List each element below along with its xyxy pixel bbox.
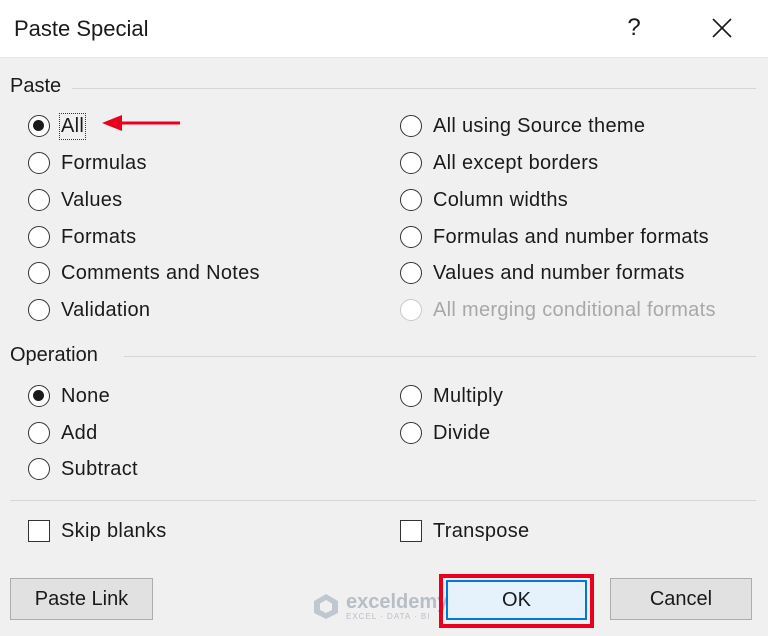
paste-option-merging-conditional-label: All merging conditional formats [433, 298, 716, 321]
operation-option-none-label: None [61, 384, 111, 407]
options-divider [10, 500, 756, 501]
watermark-name: exceldemy [346, 590, 449, 613]
operation-option-divide-label: Divide [433, 421, 491, 444]
radio-values-number-formats[interactable] [400, 262, 422, 284]
watermark-tagline: EXCEL · DATA · BI [346, 611, 431, 621]
radio-source-theme[interactable] [400, 115, 422, 137]
paste-option-except-borders[interactable]: All except borders [400, 148, 598, 178]
transpose-label: Transpose [433, 519, 530, 542]
paste-option-comments-label: Comments and Notes [61, 261, 260, 284]
close-button[interactable] [700, 10, 744, 46]
operation-option-add-label: Add [61, 421, 98, 444]
radio-formulas[interactable] [28, 152, 50, 174]
exceldemy-watermark: exceldemy EXCEL · DATA · BI [312, 586, 448, 626]
radio-comments[interactable] [28, 262, 50, 284]
radio-validation[interactable] [28, 299, 50, 321]
paste-option-formulas[interactable]: Formulas [28, 148, 147, 178]
paste-option-all-label: All [58, 112, 87, 140]
paste-option-values-number-formats[interactable]: Values and number formats [400, 258, 685, 288]
paste-option-validation[interactable]: Validation [28, 295, 150, 325]
paste-link-button[interactable]: Paste Link [10, 578, 153, 620]
paste-option-column-widths[interactable]: Column widths [400, 185, 568, 215]
paste-group-label: Paste [10, 75, 62, 97]
operation-option-none[interactable]: None [28, 381, 110, 411]
radio-values[interactable] [28, 189, 50, 211]
paste-option-column-widths-label: Column widths [433, 188, 569, 211]
paste-option-formats[interactable]: Formats [28, 222, 136, 252]
cancel-button[interactable]: Cancel [610, 578, 752, 620]
radio-none[interactable] [28, 385, 50, 407]
skip-blanks-label: Skip blanks [61, 519, 167, 542]
paste-option-all[interactable]: All [28, 111, 87, 141]
paste-option-source-theme-label: All using Source theme [433, 114, 646, 137]
paste-group-divider [72, 88, 756, 89]
radio-multiply[interactable] [400, 385, 422, 407]
ok-button[interactable]: OK [446, 580, 587, 620]
operation-option-multiply[interactable]: Multiply [400, 381, 503, 411]
radio-add[interactable] [28, 422, 50, 444]
radio-subtract[interactable] [28, 458, 50, 480]
radio-except-borders[interactable] [400, 152, 422, 174]
paste-option-source-theme[interactable]: All using Source theme [400, 111, 645, 141]
radio-column-widths[interactable] [400, 189, 422, 211]
operation-group-label: Operation [10, 344, 98, 366]
paste-option-merging-conditional: All merging conditional formats [400, 295, 716, 325]
paste-option-values[interactable]: Values [28, 185, 122, 215]
operation-option-subtract-label: Subtract [61, 457, 138, 480]
radio-formats[interactable] [28, 226, 50, 248]
radio-formulas-number-formats[interactable] [400, 226, 422, 248]
annotation-arrow-icon [102, 115, 180, 131]
skip-blanks-checkbox-row[interactable]: Skip blanks [28, 516, 167, 546]
paste-option-comments[interactable]: Comments and Notes [28, 258, 260, 288]
paste-option-validation-label: Validation [61, 298, 151, 321]
radio-divide[interactable] [400, 422, 422, 444]
paste-option-formulas-label: Formulas [61, 151, 147, 174]
paste-option-values-number-formats-label: Values and number formats [433, 261, 685, 284]
ok-label: OK [502, 588, 531, 611]
operation-option-add[interactable]: Add [28, 418, 98, 448]
radio-all[interactable] [28, 115, 50, 137]
skip-blanks-checkbox[interactable] [28, 520, 50, 542]
cancel-label: Cancel [649, 587, 713, 610]
operation-group-divider [124, 356, 756, 357]
paste-option-formulas-number-formats[interactable]: Formulas and number formats [400, 222, 709, 252]
help-icon: ? [627, 14, 641, 41]
paste-link-label: Paste Link [34, 587, 129, 610]
transpose-checkbox[interactable] [400, 520, 422, 542]
transpose-checkbox-row[interactable]: Transpose [400, 516, 529, 546]
title-bar: Paste Special ? [0, 0, 768, 58]
paste-option-formats-label: Formats [61, 225, 137, 248]
paste-option-except-borders-label: All except borders [433, 151, 599, 174]
paste-option-formulas-number-formats-label: Formulas and number formats [433, 225, 709, 248]
operation-option-multiply-label: Multiply [433, 384, 504, 407]
paste-option-values-label: Values [61, 188, 123, 211]
close-icon [712, 18, 732, 38]
operation-option-subtract[interactable]: Subtract [28, 454, 138, 484]
operation-option-divide[interactable]: Divide [400, 418, 490, 448]
help-button[interactable]: ? [616, 10, 652, 46]
dialog-title: Paste Special [14, 16, 149, 41]
radio-merging-conditional [400, 299, 422, 321]
exceldemy-logo-icon [314, 594, 338, 619]
